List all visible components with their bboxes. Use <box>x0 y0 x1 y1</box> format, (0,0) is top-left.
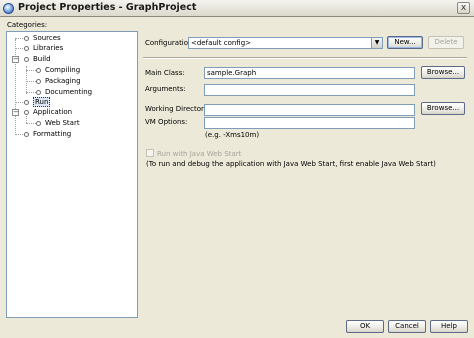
categories-tree[interactable]: Sources Libraries − Build Compiling Pack… <box>6 31 138 318</box>
node-icon <box>24 45 29 51</box>
working-directory-label: Working Directory: <box>145 105 210 113</box>
tree-item-libraries[interactable]: Libraries <box>24 43 63 53</box>
configuration-select[interactable]: <default config> ▼ <box>188 37 383 49</box>
main-class-field[interactable]: sample.Graph <box>204 67 415 79</box>
close-button[interactable]: x <box>457 2 470 14</box>
main-class-browse-button[interactable]: Browse... <box>421 66 465 79</box>
tree-item-web-start[interactable]: Web Start <box>36 118 80 128</box>
ok-button[interactable]: OK <box>346 320 384 333</box>
delete-config-button[interactable]: Delete <box>428 36 464 49</box>
tree-item-application[interactable]: Application <box>24 107 72 117</box>
tree-item-compiling[interactable]: Compiling <box>36 65 80 75</box>
web-start-checkbox-label: Run with Java Web Start <box>157 150 242 158</box>
node-icon <box>36 67 41 73</box>
node-icon <box>24 131 29 137</box>
app-icon <box>3 3 14 14</box>
tree-item-label: Application <box>33 108 73 116</box>
node-icon <box>24 56 29 62</box>
node-icon <box>36 120 41 126</box>
tree-line <box>15 39 16 135</box>
vm-options-field[interactable] <box>204 117 415 129</box>
tree-item-label: Documenting <box>45 88 93 96</box>
node-icon <box>36 78 41 84</box>
tree-item-label-selected: Run <box>33 97 51 107</box>
node-icon <box>24 35 29 41</box>
tree-item-sources[interactable]: Sources <box>24 33 61 43</box>
help-button[interactable]: Help <box>430 320 468 333</box>
main-class-label: Main Class: <box>145 69 185 77</box>
window-title: Project Properties - GraphProject <box>18 2 197 13</box>
chevron-down-icon[interactable]: ▼ <box>371 38 382 48</box>
vm-options-label: VM Options: <box>145 118 188 126</box>
web-start-note: (To run and debug the application with J… <box>146 160 436 168</box>
arguments-field[interactable] <box>204 84 415 96</box>
cancel-button[interactable]: Cancel <box>388 320 426 333</box>
tree-item-run[interactable]: Run <box>24 97 51 107</box>
node-icon <box>24 109 29 115</box>
working-directory-browse-button[interactable]: Browse... <box>421 102 465 115</box>
tree-item-formatting[interactable]: Formatting <box>24 129 71 139</box>
vm-options-hint: (e.g. -Xms10m) <box>205 131 260 139</box>
collapse-application-toggle[interactable]: − <box>12 109 19 116</box>
web-start-checkbox[interactable] <box>146 149 154 157</box>
tree-item-label: Build <box>33 55 51 63</box>
node-icon <box>24 99 29 105</box>
tree-item-label: Packaging <box>45 77 81 85</box>
node-icon <box>36 89 41 95</box>
tree-item-label: Web Start <box>45 119 80 127</box>
tree-item-packaging[interactable]: Packaging <box>36 76 81 86</box>
tree-item-label: Libraries <box>33 44 64 52</box>
title-bar: Project Properties - GraphProject x <box>0 0 474 17</box>
tree-item-label: Sources <box>33 34 61 42</box>
new-config-button[interactable]: New... <box>387 36 423 49</box>
configuration-value: <default config> <box>191 39 252 47</box>
categories-label: Categories: <box>7 21 48 29</box>
arguments-label: Arguments: <box>145 85 186 93</box>
tree-item-label: Formatting <box>33 130 72 138</box>
working-directory-field[interactable] <box>204 104 415 116</box>
separator <box>143 57 467 59</box>
tree-item-label: Compiling <box>45 66 81 74</box>
tree-item-build[interactable]: Build <box>24 54 51 64</box>
tree-item-documenting[interactable]: Documenting <box>36 87 92 97</box>
collapse-build-toggle[interactable]: − <box>12 56 19 63</box>
